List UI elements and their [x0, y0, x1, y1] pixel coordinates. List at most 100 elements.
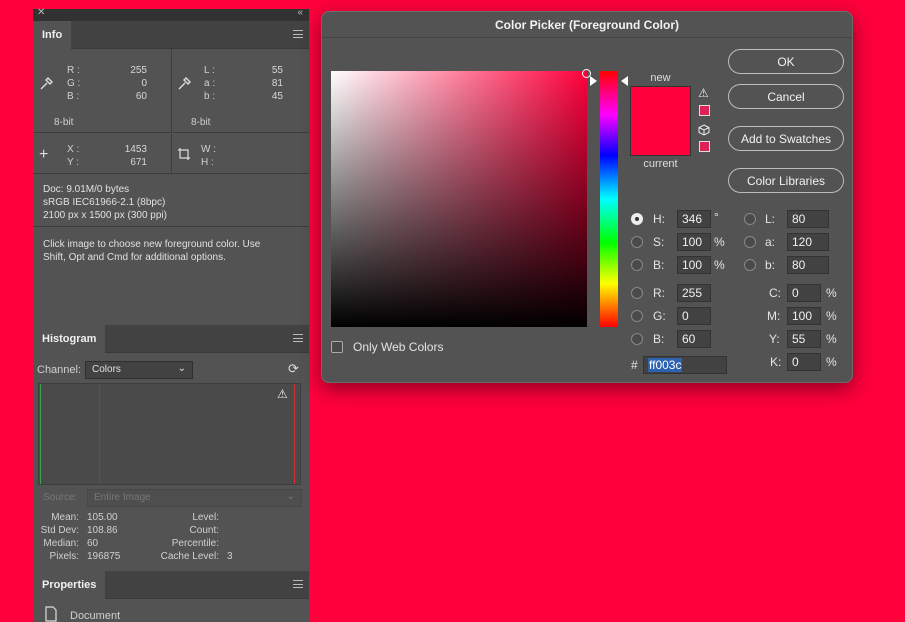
- radio-saturation[interactable]: [631, 236, 643, 248]
- properties-document-label: Document: [70, 610, 121, 622]
- stat-value: 108.86: [87, 525, 118, 536]
- w-label: W :: [201, 144, 216, 155]
- color-libraries-button[interactable]: Color Libraries: [728, 168, 844, 193]
- histogram-green-line: [40, 384, 41, 484]
- brightness-input[interactable]: 100: [677, 256, 711, 274]
- doc-profile: sRGB IEC61966-2.1 (8bpc): [43, 197, 166, 208]
- black-unit: %: [826, 355, 837, 369]
- web-safe-color-swatch[interactable]: [699, 141, 710, 152]
- radio-lab-a[interactable]: [744, 236, 756, 248]
- stat-label: Count:: [189, 525, 219, 536]
- rgb-b-label: B :: [67, 91, 80, 102]
- info-tabbar: Info: [33, 21, 309, 49]
- document-icon: [43, 606, 59, 622]
- y-label: Y :: [67, 157, 80, 168]
- green-input[interactable]: 0: [677, 307, 711, 325]
- divider: [171, 49, 172, 133]
- tab-properties[interactable]: Properties: [33, 571, 106, 599]
- lab-b-value: 45: [271, 91, 283, 102]
- brightness-unit: %: [714, 258, 725, 272]
- blue-input[interactable]: 60: [677, 330, 711, 348]
- gamut-color-swatch[interactable]: [699, 105, 710, 116]
- cyan-unit: %: [826, 286, 837, 300]
- add-to-swatches-button[interactable]: Add to Swatches: [728, 126, 844, 151]
- channel-value: Colors: [92, 364, 121, 375]
- only-web-colors-label: Only Web Colors: [353, 340, 444, 354]
- radio-lab-l[interactable]: [744, 213, 756, 225]
- radio-lab-b[interactable]: [744, 259, 756, 271]
- stat-value: 196875: [87, 551, 121, 562]
- only-web-colors-checkbox[interactable]: [331, 341, 343, 353]
- doc-dimensions: 2100 px x 1500 px (300 ppi): [43, 210, 167, 221]
- tab-info[interactable]: Info: [33, 21, 72, 49]
- rgb-b-value: 60: [135, 91, 147, 102]
- lab-a-input[interactable]: 120: [787, 233, 829, 251]
- selection-size-icon: [177, 147, 191, 164]
- cancel-button[interactable]: Cancel: [728, 84, 844, 109]
- brightness-label: B:: [653, 258, 665, 272]
- histogram-blue-line: [99, 384, 100, 484]
- black-input[interactable]: 0: [787, 353, 821, 371]
- radio-red[interactable]: [631, 287, 643, 299]
- lab-l-value: 55: [271, 65, 283, 76]
- hint-line-1: Click image to choose new foreground col…: [43, 239, 261, 250]
- radio-hue[interactable]: [631, 213, 643, 225]
- histogram-red-line: [294, 384, 295, 484]
- hue-slider-arrow-left[interactable]: [590, 76, 597, 86]
- lab-l-label: L:: [765, 212, 776, 226]
- hex-input[interactable]: ff003c: [643, 356, 727, 374]
- hue-slider-arrow-right[interactable]: [621, 76, 628, 86]
- lab-a-label: a:: [765, 235, 776, 249]
- doc-info: Doc: 9.01M/0 bytes sRGB IEC61966-2.1 (8b…: [33, 175, 309, 227]
- radio-green[interactable]: [631, 310, 643, 322]
- ok-button[interactable]: OK: [728, 49, 844, 74]
- source-value: Entire Image: [94, 492, 151, 503]
- cyan-input[interactable]: 0: [787, 284, 821, 302]
- saturation-label: S:: [653, 235, 665, 249]
- yellow-input[interactable]: 55: [787, 330, 821, 348]
- web-safe-cube-icon[interactable]: [698, 124, 710, 139]
- source-select[interactable]: Entire Image ⌄: [87, 489, 302, 507]
- panel-menu-icon[interactable]: [293, 580, 303, 588]
- crosshair-icon: +: [39, 146, 49, 163]
- channel-select[interactable]: Colors ⌄: [85, 361, 193, 379]
- chevron-down-icon: ⌄: [177, 363, 186, 374]
- hue-label: H:: [653, 212, 665, 226]
- close-icon[interactable]: ✕: [37, 7, 45, 18]
- properties-tabbar: Properties: [33, 571, 309, 599]
- info-hint: Click image to choose new foreground col…: [33, 228, 309, 324]
- panel-menu-icon[interactable]: [293, 334, 303, 342]
- bitdepth-left: 8-bit: [54, 117, 74, 128]
- dialog-title: Color Picker (Foreground Color): [322, 12, 852, 38]
- collapse-icon[interactable]: «: [297, 7, 303, 18]
- radio-blue[interactable]: [631, 333, 643, 345]
- tab-histogram[interactable]: Histogram: [33, 325, 106, 353]
- stat-label: Level:: [192, 512, 219, 523]
- refresh-icon[interactable]: ⟳: [288, 361, 299, 377]
- eyedropper-icon[interactable]: [39, 76, 54, 94]
- histogram-tabbar: Histogram: [33, 325, 309, 353]
- warning-icon[interactable]: ⚠: [277, 387, 288, 401]
- eyedropper-icon[interactable]: [177, 76, 192, 94]
- stat-label: Median:: [43, 538, 79, 549]
- saturation-brightness-field[interactable]: [331, 71, 587, 327]
- lab-l-input[interactable]: 80: [787, 210, 829, 228]
- hue-input[interactable]: 346: [677, 210, 711, 228]
- new-current-swatch[interactable]: [630, 86, 691, 156]
- rgb-r-value: 255: [130, 65, 147, 76]
- lab-b-input[interactable]: 80: [787, 256, 829, 274]
- magenta-input[interactable]: 100: [787, 307, 821, 325]
- stat-label: Std Dev:: [40, 525, 79, 536]
- radio-brightness[interactable]: [631, 259, 643, 271]
- hue-slider[interactable]: [600, 71, 618, 327]
- magenta-label: M:: [767, 309, 781, 323]
- red-input[interactable]: 255: [677, 284, 711, 302]
- gamut-warning-icon[interactable]: ⚠: [698, 86, 709, 100]
- red-label: R:: [653, 286, 665, 300]
- chevron-down-icon: ⌄: [286, 491, 295, 502]
- divider: [171, 134, 172, 174]
- panel-menu-icon[interactable]: [293, 30, 303, 38]
- rgb-r-label: R :: [67, 65, 80, 76]
- current-color-label: current: [643, 158, 678, 170]
- saturation-input[interactable]: 100: [677, 233, 711, 251]
